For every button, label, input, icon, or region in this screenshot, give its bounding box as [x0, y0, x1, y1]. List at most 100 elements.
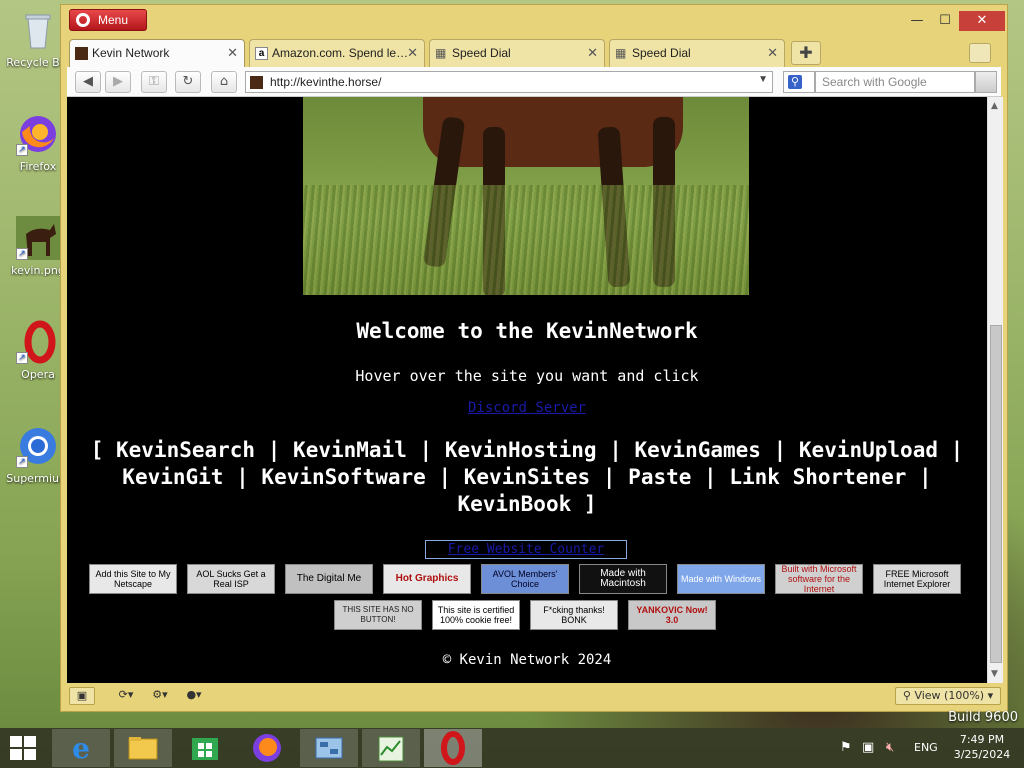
- zoom-control[interactable]: ⚲ View (100%) ▾: [895, 687, 1001, 705]
- internet-explorer-icon: e: [72, 732, 90, 765]
- discord-server-link[interactable]: Discord Server: [468, 400, 586, 416]
- volume-muted-icon[interactable]: 🔇︎: [886, 740, 894, 755]
- maximize-button[interactable]: ☐: [927, 11, 963, 31]
- chevron-down-icon[interactable]: ▼: [758, 74, 768, 85]
- close-tab-icon[interactable]: ✕: [227, 45, 238, 61]
- link-link-shortener[interactable]: Link Shortener: [729, 465, 906, 489]
- badge-digital-me[interactable]: The Digital Me: [285, 564, 373, 594]
- recycle-bin-icon: [16, 8, 60, 52]
- reload-button[interactable]: ↻: [175, 71, 201, 93]
- folder-icon: [128, 737, 158, 760]
- close-tab-icon[interactable]: ✕: [407, 45, 418, 61]
- navigation-bar: ◀ ▶ ⚿ ↻ ⌂ http://kevinthe.horse/ ▼ ⚲ Sea…: [67, 67, 1001, 97]
- link-kevinsites[interactable]: KevinSites: [464, 465, 590, 489]
- svg-text:e: e: [72, 732, 90, 765]
- badge-yankovic-now[interactable]: YANKOVIC Now! 3.0: [628, 600, 716, 630]
- taskbar: e ⚑ ▣ 🔇︎ ENG 7:49 PM 3/25/2024: [0, 728, 1024, 768]
- home-button[interactable]: ⌂: [211, 71, 237, 93]
- close-tab-icon[interactable]: ✕: [767, 45, 778, 61]
- scroll-up-icon[interactable]: ▲: [991, 101, 998, 111]
- taskbar-task-manager[interactable]: [362, 729, 420, 767]
- vertical-scrollbar[interactable]: ▲ ▼: [987, 97, 1003, 683]
- back-button[interactable]: ◀: [75, 71, 101, 93]
- tab-kevin-network[interactable]: Kevin Network ✕: [69, 39, 245, 68]
- shortcut-arrow-icon: ↗: [16, 144, 28, 156]
- task-manager-icon: [378, 736, 404, 762]
- badge-built-with-microsoft[interactable]: Built with Microsoft software for the In…: [775, 564, 863, 594]
- tab-amazon[interactable]: a Amazon.com. Spend le… ✕: [249, 39, 425, 67]
- badge-add-to-netscape[interactable]: Add this Site to My Netscape: [89, 564, 177, 594]
- tab-speed-dial-2[interactable]: ▦ Speed Dial ✕: [609, 39, 785, 67]
- taskbar-file-explorer[interactable]: [114, 729, 172, 767]
- flag-icon[interactable]: ⚑: [840, 740, 852, 755]
- tab-title: Kevin Network: [92, 46, 170, 60]
- link-kevinhosting[interactable]: KevinHosting: [445, 438, 597, 462]
- badge-made-with-macintosh[interactable]: Made with Macintosh: [579, 564, 667, 594]
- shortcut-arrow-icon: ↗: [16, 248, 28, 260]
- badge-hot-graphics[interactable]: Hot Graphics: [383, 564, 471, 594]
- panel-toggle-icon[interactable]: ▣: [69, 687, 95, 705]
- address-bar[interactable]: http://kevinthe.horse/ ▼: [245, 71, 773, 93]
- free-website-counter-link[interactable]: Free Website Counter: [425, 540, 627, 559]
- tab-speed-dial-1[interactable]: ▦ Speed Dial ✕: [429, 39, 605, 67]
- new-tab-button[interactable]: ✚: [791, 41, 821, 65]
- link-kevinupload[interactable]: KevinUpload: [799, 438, 938, 462]
- scrollbar-thumb[interactable]: [990, 325, 1002, 663]
- scroll-down-icon[interactable]: ▼: [991, 669, 998, 679]
- link-kevinsearch[interactable]: KevinSearch: [116, 438, 255, 462]
- search-engine-selector[interactable]: ⚲: [783, 71, 815, 93]
- store-icon: [192, 738, 218, 760]
- opera-icon: [441, 731, 465, 765]
- badge-avol-members-choice[interactable]: AVOL Members' Choice: [481, 564, 569, 594]
- forward-button[interactable]: ▶: [105, 71, 131, 93]
- magnifier-icon: ⚲: [902, 689, 911, 702]
- network-icon[interactable]: ⚙▾: [145, 687, 175, 705]
- key-icon[interactable]: ⚿: [141, 71, 167, 93]
- badge-cookie-free[interactable]: This site is certified 100% cookie free!: [432, 600, 520, 630]
- opera-menu-button[interactable]: Menu: [69, 9, 147, 31]
- page-footer: © Kevin Network 2024: [442, 652, 612, 668]
- firefox-icon: ↗: [16, 112, 60, 156]
- badge-no-button[interactable]: THIS SITE HAS NO BUTTON!: [334, 600, 422, 630]
- start-button[interactable]: [10, 736, 38, 760]
- language-indicator[interactable]: ENG: [914, 741, 938, 754]
- sync-icon[interactable]: ⟳▾: [111, 687, 141, 705]
- windows-logo-icon: [10, 736, 22, 747]
- link-kevingit[interactable]: KevinGit: [122, 465, 223, 489]
- link-kevinsoftware[interactable]: KevinSoftware: [261, 465, 425, 489]
- link-kevingames[interactable]: KevinGames: [635, 438, 761, 462]
- clock[interactable]: 7:49 PM 3/25/2024: [950, 728, 1014, 768]
- search-input[interactable]: Search with Google: [815, 71, 975, 93]
- tab-bar: Kevin Network ✕ a Amazon.com. Spend le… …: [69, 39, 999, 68]
- badge-aol-sucks[interactable]: AOL Sucks Get a Real ISP: [187, 564, 275, 594]
- search-go-button[interactable]: [975, 71, 997, 93]
- badge-thanks-bonk[interactable]: F*cking thanks! BONK: [530, 600, 618, 630]
- tab-title: Speed Dial: [632, 46, 691, 60]
- link-kevinmail[interactable]: KevinMail: [293, 438, 407, 462]
- clock-date: 3/25/2024: [953, 748, 1011, 761]
- taskbar-control-panel[interactable]: [300, 729, 358, 767]
- page-content: Welcome to the KevinNetwork Hover over t…: [67, 97, 987, 683]
- close-window-button[interactable]: ✕: [959, 11, 1005, 31]
- firefox-icon: [253, 734, 281, 762]
- opera-icon: ↗: [16, 320, 60, 364]
- badge-internet-explorer[interactable]: FREE Microsoft Internet Explorer: [873, 564, 961, 594]
- shortcut-arrow-icon: ↗: [16, 456, 28, 468]
- taskbar-firefox[interactable]: [238, 729, 296, 767]
- horse-photo: [303, 97, 749, 295]
- link-kevinbook[interactable]: KevinBook: [457, 492, 571, 516]
- taskbar-opera[interactable]: [424, 729, 482, 767]
- closed-tabs-trash-icon[interactable]: [969, 43, 991, 63]
- taskbar-internet-explorer[interactable]: e: [52, 729, 110, 767]
- link-paste[interactable]: Paste: [628, 465, 691, 489]
- close-tab-icon[interactable]: ✕: [587, 45, 598, 61]
- taskbar-store[interactable]: [176, 729, 234, 767]
- opera-browser-window: Menu — ☐ ✕ Kevin Network ✕ a Amazon.com.…: [60, 4, 1008, 712]
- site-links: [ KevinSearch | KevinMail | KevinHosting…: [90, 438, 964, 516]
- badge-made-with-windows[interactable]: Made with Windows: [677, 564, 765, 594]
- page-title: Welcome to the KevinNetwork: [356, 319, 698, 343]
- network-icon[interactable]: ▣: [862, 740, 874, 755]
- turbo-icon[interactable]: ●▾: [179, 687, 209, 705]
- badges-row-2: THIS SITE HAS NO BUTTON! This site is ce…: [89, 600, 969, 630]
- chevron-down-icon: ▾: [987, 689, 994, 702]
